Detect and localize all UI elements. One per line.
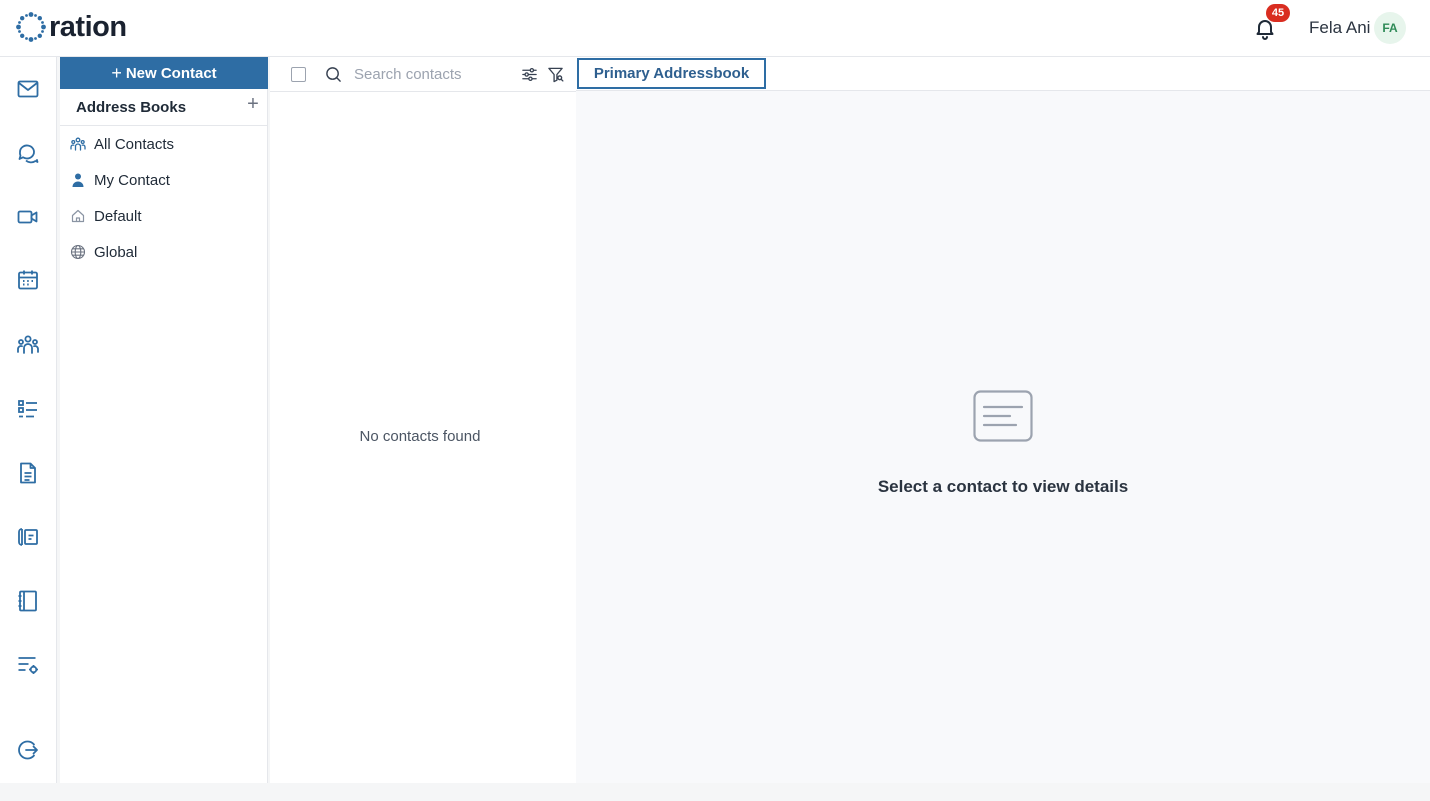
logout-icon[interactable] <box>16 738 40 762</box>
logo-text: ration <box>49 11 127 43</box>
empty-list-message: No contacts found <box>359 428 481 445</box>
notebook-icon[interactable] <box>16 589 40 613</box>
group-icon <box>70 137 86 151</box>
select-all-checkbox[interactable] <box>291 67 306 82</box>
address-book-label: My Contact <box>94 171 170 189</box>
sliders-icon[interactable] <box>521 66 538 83</box>
address-books-title: Address Books <box>76 99 187 116</box>
address-book-all-contacts[interactable]: All Contacts <box>60 126 268 162</box>
person-icon <box>72 173 84 187</box>
contact-detail-panel: Primary Addressbook Select a contact to … <box>576 57 1430 783</box>
new-contact-button[interactable]: + New Contact <box>60 57 268 89</box>
app-rail <box>0 57 57 783</box>
mail-icon[interactable] <box>16 77 40 101</box>
avatar[interactable]: FA <box>1374 12 1406 44</box>
search-icon <box>326 67 341 82</box>
add-address-book-icon[interactable]: + <box>244 94 262 114</box>
top-bar: ration 45 Fela Ani FA <box>0 0 1430 57</box>
filter-search-icon[interactable] <box>547 66 564 83</box>
video-icon[interactable] <box>16 205 40 229</box>
address-book-label: All Contacts <box>94 135 175 153</box>
contact-list-toolbar <box>270 57 576 92</box>
contacts-icon[interactable] <box>16 333 40 357</box>
logo-mark-icon <box>16 12 46 42</box>
plus-icon: + <box>111 63 122 83</box>
document-icon[interactable] <box>16 461 40 485</box>
bottom-strip <box>0 783 1430 801</box>
address-book-label: Default <box>94 207 142 225</box>
logo[interactable]: ration <box>15 11 127 43</box>
globe-icon <box>70 244 86 260</box>
empty-detail-message: Select a contact to view details <box>877 477 1129 496</box>
chat-icon[interactable] <box>16 141 40 165</box>
home-icon <box>71 209 85 223</box>
address-books-panel: + New Contact Address Books + All Contac… <box>60 57 268 783</box>
new-contact-label: New Contact <box>125 64 217 82</box>
address-book-label: Global <box>94 243 138 261</box>
forms-icon[interactable] <box>16 525 40 549</box>
detail-tab-bar: Primary Addressbook <box>576 57 1430 91</box>
document-placeholder-icon <box>973 390 1033 442</box>
search-input[interactable] <box>354 63 504 85</box>
calendar-icon[interactable] <box>16 268 40 292</box>
contact-list-panel: No contacts found <box>270 57 576 783</box>
address-books-header: Address Books + <box>60 89 268 126</box>
address-book-global[interactable]: Global <box>60 234 268 270</box>
address-book-my-contact[interactable]: My Contact <box>60 162 268 198</box>
settings-list-icon[interactable] <box>16 653 40 677</box>
tab-primary-addressbook[interactable]: Primary Addressbook <box>577 58 766 89</box>
address-book-default[interactable]: Default <box>60 198 268 234</box>
user-name[interactable]: Fela Ani <box>1309 18 1370 38</box>
tasks-icon[interactable] <box>16 397 40 421</box>
notification-badge: 45 <box>1266 4 1290 22</box>
